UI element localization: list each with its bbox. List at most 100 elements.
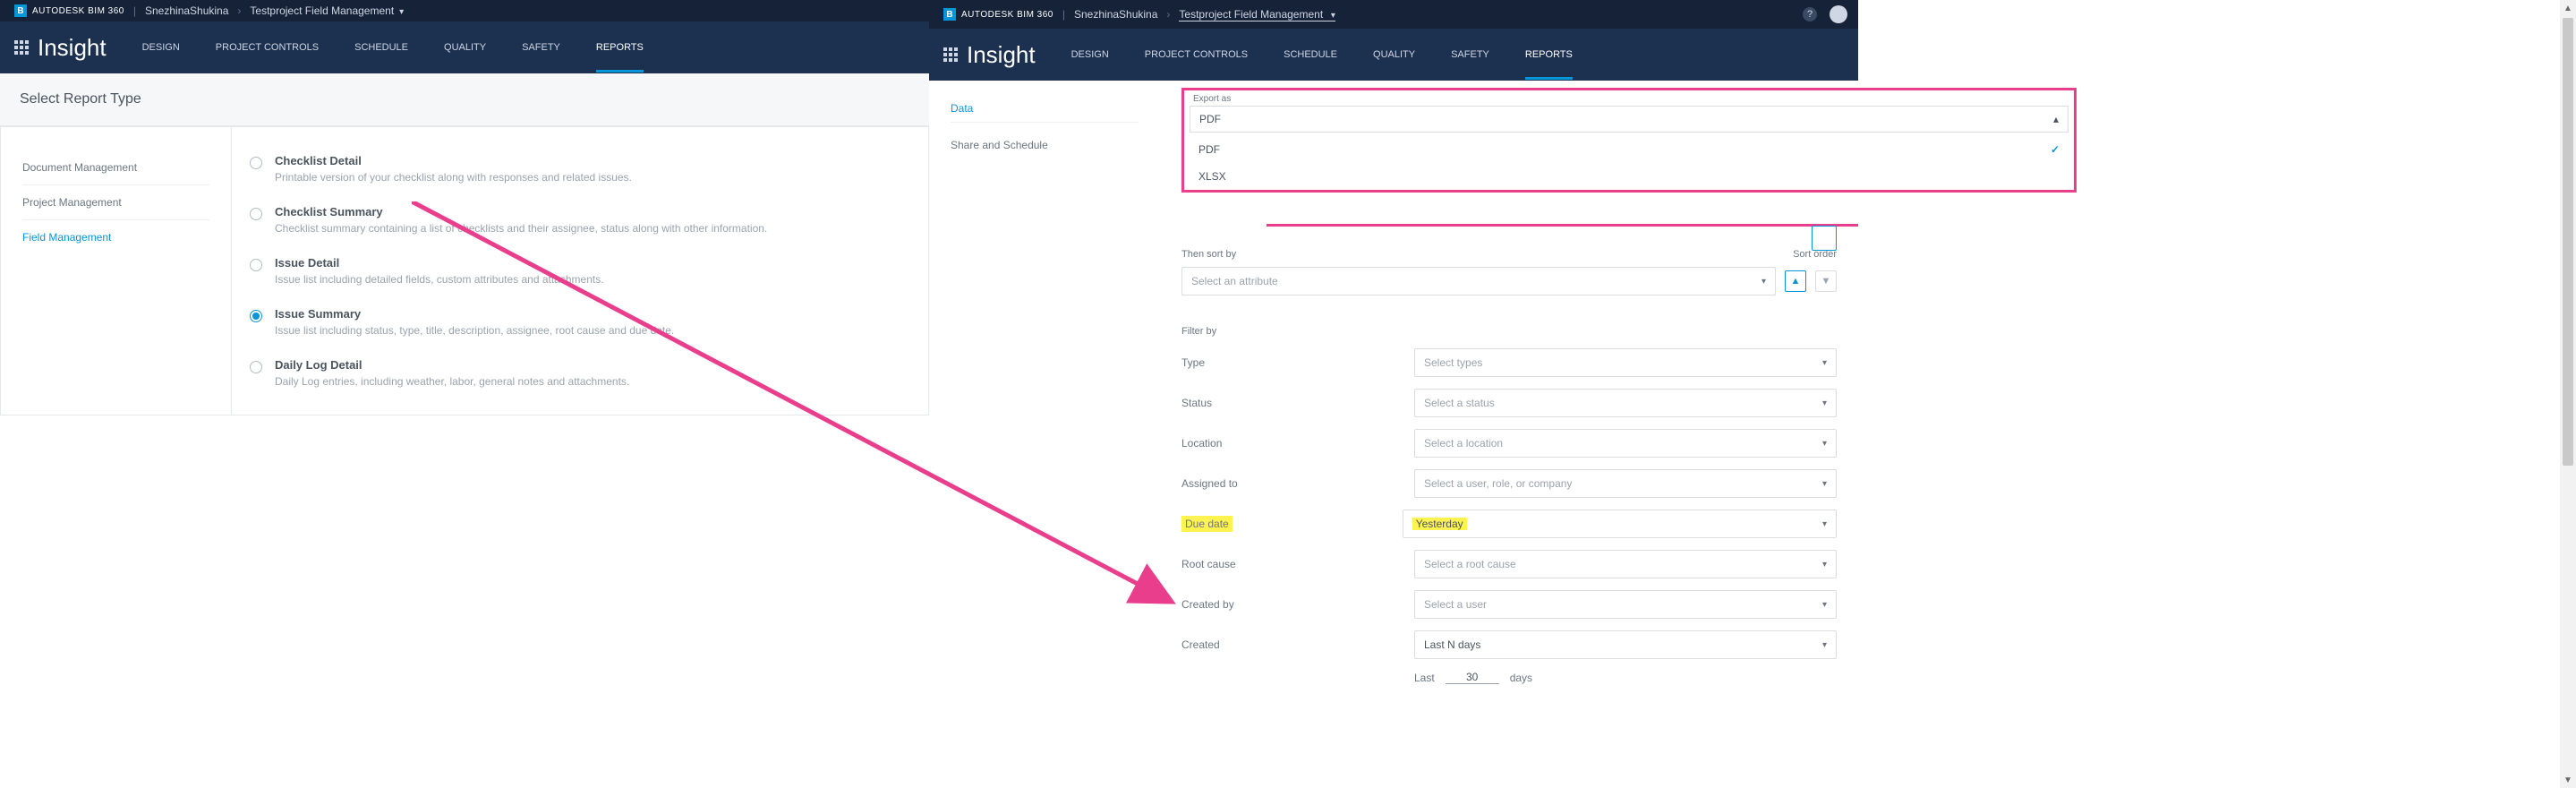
autodesk-b-logo-icon: B (14, 4, 27, 17)
export-option-xlsx[interactable]: XLSX (1184, 163, 2074, 190)
radio-icon[interactable] (250, 361, 262, 373)
option-description: Printable version of your checklist alon… (275, 171, 632, 184)
scroll-down-icon[interactable]: ▼ (2560, 772, 2576, 788)
right-screenshot: B AUTODESK BIM 360 | SnezhinaShukina › T… (929, 0, 1858, 788)
unknown-square-button[interactable] (1812, 226, 1837, 251)
vertical-scrollbar[interactable]: ▲ ▼ (2560, 0, 2576, 788)
check-icon: ✓ (2051, 143, 2060, 156)
tab-schedule[interactable]: SCHEDULE (354, 22, 408, 73)
tab-reports[interactable]: REPORTS (1525, 30, 1573, 80)
filter-label: Root cause (1181, 558, 1414, 570)
report-details-body: Data Share and Schedule Export as Export… (929, 81, 1858, 697)
tab-schedule[interactable]: SCHEDULE (1284, 30, 1337, 80)
apps-grid-icon[interactable] (14, 40, 29, 55)
option-description: Checklist summary containing a list of c… (275, 222, 767, 235)
caret-down-icon: ▾ (1822, 560, 1827, 570)
filter-label: Type (1181, 356, 1414, 369)
radio-icon[interactable] (250, 157, 262, 169)
export-option-pdf[interactable]: PDF ✓ (1184, 136, 2074, 163)
sidebar-tab-share-schedule[interactable]: Share and Schedule (951, 123, 1181, 167)
separator: | (1062, 8, 1065, 21)
breadcrumb-chevron-icon: › (1166, 8, 1170, 21)
filter-due-date-select[interactable]: Yesterday▾ (1403, 510, 1837, 538)
tab-safety[interactable]: SAFETY (1451, 30, 1489, 80)
filter-label: Created (1181, 638, 1414, 651)
details-main: Export as Export as PDF ▴ PDF ✓ (1181, 93, 1837, 684)
caret-down-icon: ▾ (399, 7, 404, 17)
separator: | (133, 4, 136, 17)
caret-down-icon: ▾ (1822, 519, 1827, 529)
radio-icon[interactable] (250, 310, 262, 322)
option-checklist-detail[interactable]: Checklist Detail Printable version of yo… (250, 143, 910, 194)
filter-row-assigned-to: Assigned to Select a user, role, or comp… (1181, 469, 1837, 498)
radio-icon[interactable] (250, 259, 262, 271)
export-as-select[interactable]: PDF ▴ (1190, 106, 2068, 133)
export-as-dropdown: Export as PDF ▴ PDF ✓ XLSX (1181, 88, 2077, 193)
sidebar-item-project-management[interactable]: Project Management (22, 185, 209, 220)
option-description: Issue list including detailed fields, cu… (275, 273, 604, 286)
filter-root-cause-select[interactable]: Select a root cause▾ (1414, 550, 1837, 578)
sidebar-item-document-management[interactable]: Document Management (22, 150, 209, 185)
caret-down-icon: ▾ (1822, 358, 1827, 368)
radio-icon[interactable] (250, 208, 262, 220)
breadcrumb-user[interactable]: SnezhinaShukina (145, 4, 228, 17)
tab-safety[interactable]: SAFETY (522, 22, 560, 73)
filter-by-label: Filter by (1181, 326, 1837, 337)
breadcrumb-user[interactable]: SnezhinaShukina (1074, 8, 1157, 21)
option-issue-detail[interactable]: Issue Detail Issue list including detail… (250, 245, 910, 296)
option-checklist-summary[interactable]: Checklist Summary Checklist summary cont… (250, 194, 910, 245)
then-sort-by-select[interactable]: Select an attribute ▾ (1181, 267, 1776, 296)
filter-assigned-to-select[interactable]: Select a user, role, or company▾ (1414, 469, 1837, 498)
caret-down-icon: ▾ (1761, 277, 1766, 287)
breadcrumb-project[interactable]: Testproject Field Management▾ (250, 4, 404, 17)
caret-down-icon: ▾ (1328, 11, 1335, 21)
option-title: Checklist Detail (275, 154, 632, 167)
export-as-label: Export as (1184, 90, 2074, 106)
report-body: Document Management Project Management F… (0, 126, 929, 415)
tab-design[interactable]: DESIGN (1071, 30, 1109, 80)
filter-label: Due date (1181, 516, 1233, 532)
filter-type-select[interactable]: Select types▾ (1414, 348, 1837, 377)
navtabs: DESIGN PROJECT CONTROLS SCHEDULE QUALITY… (142, 22, 644, 73)
help-icon[interactable]: ? (1803, 7, 1817, 21)
breadcrumb-chevron-icon: › (237, 4, 241, 17)
last-n-days-row: Last days (1414, 671, 1837, 684)
filter-label: Created by (1181, 598, 1414, 611)
filter-created-by-select[interactable]: Select a user▾ (1414, 590, 1837, 619)
scroll-up-icon[interactable]: ▲ (2560, 0, 2576, 16)
option-title: Daily Log Detail (275, 358, 629, 372)
brand-text: AUTODESK BIM 360 (961, 10, 1053, 20)
filter-location-select[interactable]: Select a location▾ (1414, 429, 1837, 458)
report-type-sidebar: Document Management Project Management F… (1, 127, 232, 415)
tab-quality[interactable]: QUALITY (444, 22, 486, 73)
option-daily-log-detail[interactable]: Daily Log Detail Daily Log entries, incl… (250, 347, 910, 398)
apps-grid-icon[interactable] (943, 47, 958, 62)
user-avatar[interactable] (1830, 5, 1847, 23)
caret-down-icon: ▾ (1822, 439, 1827, 449)
tab-project-controls[interactable]: PROJECT CONTROLS (216, 22, 319, 73)
breadcrumb-project[interactable]: Testproject Field Management ▾ (1179, 8, 1335, 21)
option-issue-summary[interactable]: Issue Summary Issue list including statu… (250, 296, 910, 347)
sidebar-item-field-management[interactable]: Field Management (22, 220, 209, 254)
navbar-right: Insight DESIGN PROJECT CONTROLS SCHEDULE… (929, 29, 1858, 81)
report-options-panel: Checklist Detail Printable version of yo… (232, 127, 928, 415)
sort-desc-button[interactable]: ▼ (1815, 270, 1837, 292)
filter-row-root-cause: Root cause Select a root cause▾ (1181, 550, 1837, 578)
tab-reports[interactable]: REPORTS (596, 22, 644, 73)
filter-label: Location (1181, 437, 1414, 450)
select-report-type-header: Select Report Type (0, 73, 929, 126)
tab-design[interactable]: DESIGN (142, 22, 180, 73)
caret-down-icon: ▾ (1822, 600, 1827, 610)
scroll-thumb[interactable] (2563, 18, 2573, 466)
filter-status-select[interactable]: Select a status▾ (1414, 389, 1837, 417)
sort-asc-button[interactable]: ▲ (1785, 270, 1806, 292)
lastn-input[interactable] (1446, 671, 1499, 684)
tab-quality[interactable]: QUALITY (1373, 30, 1415, 80)
sidebar-tab-data[interactable]: Data (951, 95, 1139, 123)
filter-grid: Type Select types▾ Status Select a statu… (1181, 348, 1837, 659)
tab-project-controls[interactable]: PROJECT CONTROLS (1145, 30, 1248, 80)
filter-row-location: Location Select a location▾ (1181, 429, 1837, 458)
filter-created-select[interactable]: Last N days▾ (1414, 630, 1837, 659)
filter-label: Status (1181, 397, 1414, 409)
then-sort-by-label: Then sort by (1181, 249, 1236, 260)
